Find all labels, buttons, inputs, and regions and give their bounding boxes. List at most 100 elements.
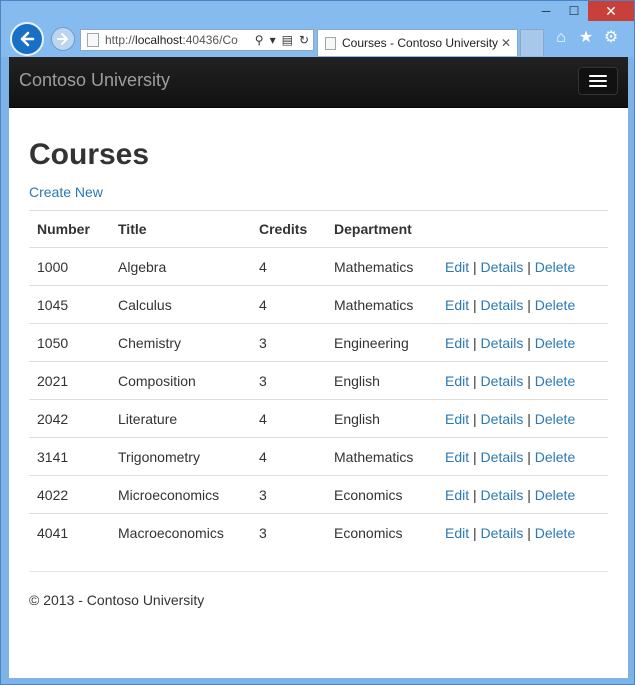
create-new-link[interactable]: Create New (29, 184, 103, 200)
footer-divider (29, 571, 608, 572)
action-separator: | (473, 258, 477, 275)
edit-link[interactable]: Edit (445, 259, 469, 275)
compatibility-icon[interactable]: ▤ (282, 33, 293, 47)
edit-link[interactable]: Edit (445, 487, 469, 503)
cell-credits: 4 (251, 285, 326, 324)
action-separator: | (527, 334, 531, 351)
refresh-icon[interactable]: ↻ (299, 33, 309, 47)
body-content: Courses Create New Number Title Credits … (9, 138, 628, 608)
url-prefix: http:// (105, 33, 136, 47)
delete-link[interactable]: Delete (535, 259, 575, 275)
column-header-title: Title (110, 210, 251, 248)
close-window-button[interactable]: ✕ (588, 1, 634, 21)
table-header-row: Number Title Credits Department (29, 210, 608, 248)
close-tab-icon[interactable]: ✕ (499, 36, 513, 50)
browser-titlebar: ─ ☐ ✕ http://localhost:40436/Co ⚲ ▾ ▤ ↻ (1, 1, 634, 57)
footer-copyright: © 2013 - Contoso University (29, 592, 205, 608)
menu-toggle-button[interactable] (578, 67, 618, 95)
cell-department: English (326, 361, 437, 400)
cell-number: 1050 (29, 323, 110, 362)
page-icon (87, 33, 99, 47)
tab-label: Courses - Contoso University (342, 36, 499, 50)
hamburger-icon-bar (589, 75, 607, 77)
cell-credits: 4 (251, 437, 326, 476)
cell-title: Chemistry (110, 323, 251, 362)
address-bar-icons: ⚲ ▾ ▤ ↻ (251, 33, 313, 47)
cell-actions: Edit | Details | Delete (437, 361, 608, 400)
details-link[interactable]: Details (481, 297, 524, 313)
table-row: 3141 Trigonometry 4 Mathematics Edit | Detai… (29, 437, 608, 476)
cell-actions: Edit | Details | Delete (437, 247, 608, 286)
details-link[interactable]: Details (481, 449, 524, 465)
gear-icon[interactable]: ⚙ (603, 30, 619, 46)
back-button[interactable] (10, 22, 44, 56)
cell-department: English (326, 399, 437, 438)
tab-courses[interactable]: Courses - Contoso University ✕ (317, 29, 518, 56)
edit-link[interactable]: Edit (445, 297, 469, 313)
cell-actions: Edit | Details | Delete (437, 323, 608, 362)
table-row: 2021 Composition 3 English Edit | Details | … (29, 361, 608, 400)
delete-link[interactable]: Delete (535, 487, 575, 503)
edit-link[interactable]: Edit (445, 411, 469, 427)
cell-title: Microeconomics (110, 475, 251, 514)
action-separator: | (527, 372, 531, 389)
details-link[interactable]: Details (481, 487, 524, 503)
star-icon[interactable]: ★ (578, 30, 594, 46)
details-link[interactable]: Details (481, 373, 524, 389)
site-brand[interactable]: Contoso University (19, 70, 170, 91)
edit-link[interactable]: Edit (445, 335, 469, 351)
table-row: 1000 Algebra 4 Mathematics Edit | Details | … (29, 247, 608, 286)
action-separator: | (473, 524, 477, 541)
cell-credits: 4 (251, 247, 326, 286)
cell-department: Engineering (326, 323, 437, 362)
edit-link[interactable]: Edit (445, 449, 469, 465)
home-icon[interactable]: ⌂ (553, 30, 569, 46)
table-row: 4041 Macroeconomics 3 Economics Edit | Detai… (29, 513, 608, 551)
cell-department: Economics (326, 475, 437, 514)
delete-link[interactable]: Delete (535, 335, 575, 351)
browser-tools: ⌂ ★ ⚙ (553, 30, 619, 46)
courses-table: Number Title Credits Department 1000 Alge… (29, 210, 608, 551)
details-link[interactable]: Details (481, 411, 524, 427)
cell-number: 2021 (29, 361, 110, 400)
cell-actions: Edit | Details | Delete (437, 475, 608, 514)
delete-link[interactable]: Delete (535, 411, 575, 427)
table-body: 1000 Algebra 4 Mathematics Edit | Details | … (29, 247, 608, 551)
table-row: 2042 Literature 4 English Edit | Details | D… (29, 399, 608, 438)
delete-link[interactable]: Delete (535, 449, 575, 465)
window-controls: ─ ☐ ✕ (532, 1, 634, 23)
edit-link[interactable]: Edit (445, 373, 469, 389)
cell-credits: 3 (251, 323, 326, 362)
dropdown-icon[interactable]: ▾ (270, 33, 276, 47)
arrow-right-icon (57, 33, 68, 45)
action-separator: | (473, 410, 477, 427)
action-separator: | (473, 296, 477, 313)
details-link[interactable]: Details (481, 335, 524, 351)
cell-title: Algebra (110, 247, 251, 286)
minimize-button[interactable]: ─ (532, 1, 560, 21)
column-header-actions (437, 210, 608, 248)
action-separator: | (473, 486, 477, 503)
details-link[interactable]: Details (481, 259, 524, 275)
forward-button[interactable] (51, 27, 75, 51)
cell-number: 4022 (29, 475, 110, 514)
new-tab-button[interactable] (520, 29, 544, 56)
search-icon[interactable]: ⚲ (255, 33, 264, 47)
delete-link[interactable]: Delete (535, 373, 575, 389)
delete-link[interactable]: Delete (535, 297, 575, 313)
cell-actions: Edit | Details | Delete (437, 285, 608, 324)
cell-title: Composition (110, 361, 251, 400)
arrow-left-icon (20, 31, 35, 47)
cell-credits: 4 (251, 399, 326, 438)
cell-department: Mathematics (326, 247, 437, 286)
action-separator: | (527, 296, 531, 313)
details-link[interactable]: Details (481, 525, 524, 541)
delete-link[interactable]: Delete (535, 525, 575, 541)
cell-title: Macroeconomics (110, 513, 251, 551)
hamburger-icon-bar (589, 80, 607, 82)
address-bar[interactable]: http://localhost:40436/Co ⚲ ▾ ▤ ↻ (80, 29, 314, 51)
maximize-button[interactable]: ☐ (560, 1, 588, 21)
address-url[interactable]: http://localhost:40436/Co (105, 33, 251, 47)
cell-number: 4041 (29, 513, 110, 551)
edit-link[interactable]: Edit (445, 525, 469, 541)
